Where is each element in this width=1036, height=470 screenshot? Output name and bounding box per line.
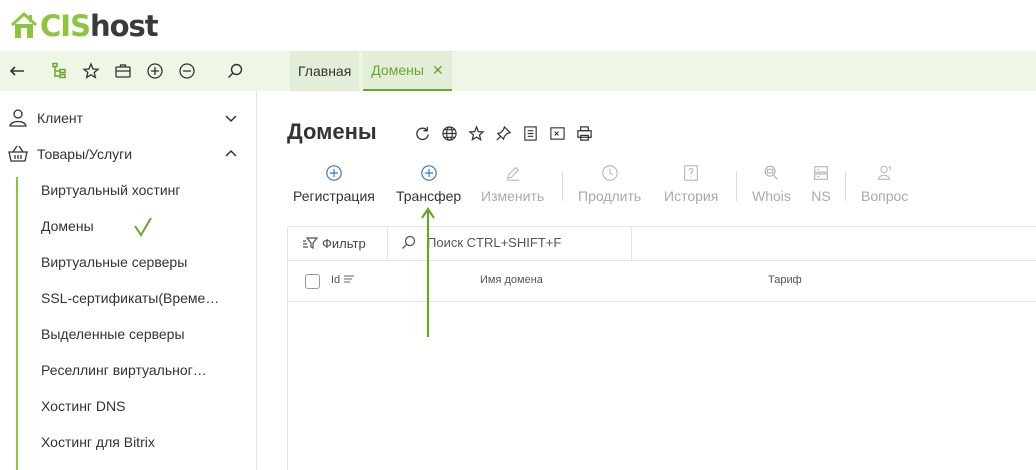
plus-circle-icon[interactable] bbox=[144, 60, 166, 82]
sidebar-item-bitrix-hosting[interactable]: Хостинг для Bitrix bbox=[41, 424, 231, 460]
back-arrow-icon[interactable] bbox=[6, 60, 28, 82]
pencil-icon bbox=[503, 163, 523, 183]
search-icon[interactable] bbox=[224, 60, 246, 82]
server-icon bbox=[811, 163, 831, 183]
close-icon[interactable]: ✕ bbox=[432, 62, 444, 79]
pin-icon[interactable] bbox=[494, 124, 512, 142]
house-logo-icon bbox=[10, 11, 38, 38]
ns-button[interactable]: NS bbox=[811, 163, 831, 211]
checkmark-annotation-icon bbox=[134, 217, 152, 237]
tab-home[interactable]: Главная bbox=[290, 51, 360, 91]
annotation-arrow-icon bbox=[421, 207, 435, 337]
sidebar-item-dns-hosting[interactable]: Хостинг DNS bbox=[41, 388, 231, 424]
chevron-up-icon[interactable] bbox=[224, 147, 238, 161]
question-doc-icon bbox=[681, 163, 701, 183]
user-question-icon bbox=[875, 163, 895, 183]
sidebar: Клиент Товары/Услуги Виртуальный хостинг… bbox=[0, 91, 257, 470]
briefcase-icon[interactable] bbox=[112, 60, 134, 82]
grid-toolbar: Фильтр Поиск CTRL+SHIFT+F bbox=[288, 227, 1036, 261]
toolbar-separator bbox=[387, 227, 388, 260]
sort-icon[interactable] bbox=[343, 275, 355, 285]
filter-icon bbox=[303, 237, 318, 249]
sidebar-item-virtual-servers[interactable]: Виртуальные серверы bbox=[41, 244, 231, 280]
sidebar-item-dedicated-servers[interactable]: Выделенные серверы bbox=[41, 316, 231, 352]
edit-button[interactable]: Изменить bbox=[481, 163, 544, 211]
title-toolbar bbox=[413, 124, 602, 142]
plus-circle-icon bbox=[419, 163, 439, 183]
select-all-checkbox[interactable] bbox=[305, 274, 320, 289]
tab-bar: Главная Домены ✕ bbox=[290, 51, 456, 91]
plus-circle-icon bbox=[324, 163, 344, 183]
refresh-icon[interactable] bbox=[413, 124, 431, 142]
submenu-indicator bbox=[16, 177, 18, 470]
question-button[interactable]: Вопрос bbox=[861, 163, 908, 211]
search-icon bbox=[402, 235, 416, 249]
grid-header: Id Имя домена Тариф bbox=[288, 261, 1036, 302]
action-separator bbox=[845, 171, 846, 201]
basket-icon bbox=[8, 145, 28, 162]
page-title: Домены bbox=[287, 119, 377, 144]
transfer-button[interactable]: Трансфер bbox=[396, 163, 461, 211]
toolbar-separator bbox=[631, 227, 632, 260]
clock-icon bbox=[600, 163, 620, 183]
domains-grid: Фильтр Поиск CTRL+SHIFT+F Id Имя домена … bbox=[287, 226, 1036, 470]
star-icon[interactable] bbox=[80, 60, 102, 82]
globe-icon[interactable] bbox=[440, 124, 458, 142]
sidebar-item-ssl[interactable]: SSL-сертификаты(Време… bbox=[41, 280, 231, 316]
tab-domains[interactable]: Домены ✕ bbox=[363, 51, 452, 91]
document-icon[interactable] bbox=[521, 124, 539, 142]
print-icon[interactable] bbox=[575, 124, 593, 142]
history-button[interactable]: История bbox=[664, 163, 718, 211]
logo-text: CIShost bbox=[40, 9, 159, 43]
star-icon[interactable] bbox=[467, 124, 485, 142]
column-header-domain-name[interactable]: Имя домена bbox=[480, 274, 543, 286]
whois-button[interactable]: Whois bbox=[752, 163, 791, 211]
action-separator bbox=[562, 171, 563, 201]
user-icon bbox=[9, 109, 27, 127]
renew-button[interactable]: Продлить bbox=[578, 163, 641, 211]
register-button[interactable]: Регистрация bbox=[293, 163, 375, 211]
logo: CIShost bbox=[10, 8, 159, 44]
sidebar-item-virtual-hosting[interactable]: Виртуальный хостинг bbox=[41, 172, 231, 208]
magnifier-icon bbox=[761, 163, 781, 183]
column-header-tariff[interactable]: Тариф bbox=[768, 274, 802, 286]
excel-icon[interactable] bbox=[548, 124, 566, 142]
sidebar-item-goods[interactable]: Товары/Услуги bbox=[0, 136, 257, 172]
minus-circle-icon[interactable] bbox=[176, 60, 198, 82]
chevron-down-icon[interactable] bbox=[224, 111, 238, 125]
tree-icon[interactable] bbox=[49, 60, 71, 82]
sidebar-item-client[interactable]: Клиент bbox=[0, 100, 257, 136]
column-header-id[interactable]: Id bbox=[331, 274, 355, 286]
action-separator bbox=[736, 171, 737, 201]
sidebar-item-reselling[interactable]: Реселлинг виртуальног… bbox=[41, 352, 231, 388]
filter-button[interactable]: Фильтр bbox=[302, 235, 366, 251]
